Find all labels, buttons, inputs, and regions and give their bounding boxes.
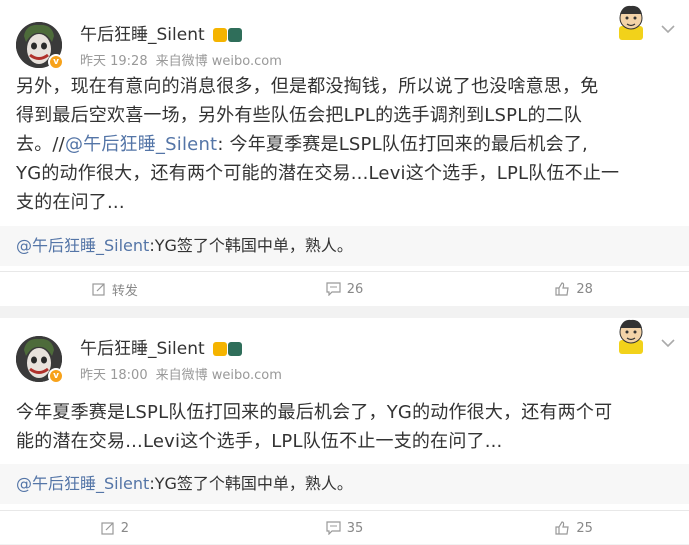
thumbs-up-icon <box>555 282 570 296</box>
comment-count: 26 <box>346 281 364 297</box>
post-text-suffix: : 今年夏季赛是LSPL队伍打回来的最后机会了, <box>217 134 588 155</box>
repost-button[interactable]: 转发 <box>0 280 230 299</box>
chevron-down-icon[interactable] <box>661 24 675 34</box>
comment-icon <box>326 521 341 535</box>
fan-sticker-icon <box>619 319 643 354</box>
repost-icon <box>101 522 114 535</box>
post-text-line: 今年夏季赛是LSPL队伍打回来的最后机会了，YG的动作很大，还有两个可 <box>16 402 613 423</box>
action-bar: 2 35 25 <box>0 510 689 545</box>
repost-count: 2 <box>120 520 129 536</box>
user-name[interactable]: 午后狂睡_Silent <box>80 25 205 45</box>
quote-text: :YG签了个韩国中单，熟人。 <box>149 236 353 255</box>
post-time[interactable]: 昨天 19:28 <box>80 54 148 69</box>
mention-link[interactable]: @午后狂睡_Silent <box>16 474 149 493</box>
quote-text: :YG签了个韩国中单，熟人。 <box>149 474 353 493</box>
mention-link[interactable]: @午后狂睡_Silent <box>16 236 149 255</box>
verified-badge-icon: v <box>48 54 64 70</box>
comment-icon <box>326 282 341 296</box>
post-text-prefix: 去。// <box>16 134 65 155</box>
post-header: v 午后狂睡_Silent 昨天 19:28 来自微博 weibo.com <box>0 0 689 72</box>
verified-badge-icon: v <box>48 368 64 384</box>
post-text-line: 去。//@午后狂睡_Silent: 今年夏季赛是LSPL队伍打回来的最后机会了, <box>16 130 673 159</box>
post-text-line: 得到最后空欢喜一场，另外有些队伍会把LPL的选手调剂到LSPL的二队 <box>16 105 583 126</box>
repost-button[interactable]: 2 <box>0 521 230 536</box>
fan-sticker-icon <box>619 5 643 40</box>
repost-label: 转发 <box>111 283 138 299</box>
thumbs-up-icon <box>555 521 570 535</box>
weibo-post: v 午后狂睡_Silent 昨天 19:28 来自微博 weibo.com 另外，… <box>0 0 689 306</box>
comment-button[interactable]: 35 <box>230 521 460 536</box>
post-text: 今年夏季赛是LSPL队伍打回来的最后机会了，YG的动作很大，还有两个可 能的潜在… <box>0 398 689 456</box>
post-source: 来自微博 weibo.com <box>155 368 282 383</box>
quoted-post[interactable]: @午后狂睡_Silent:YG签了个韩国中单，熟人。 <box>0 464 689 504</box>
user-name-row: 午后狂睡_Silent <box>80 20 243 45</box>
post-meta: 昨天 18:00 来自微博 weibo.com <box>80 364 282 383</box>
user-name[interactable]: 午后狂睡_Silent <box>80 339 205 359</box>
like-count: 25 <box>576 520 593 536</box>
post-time[interactable]: 昨天 18:00 <box>80 368 148 383</box>
action-bar: 转发 26 28 <box>0 271 689 306</box>
quoted-post[interactable]: @午后狂睡_Silent:YG签了个韩国中单，熟人。 <box>0 226 689 266</box>
post-source: 来自微博 weibo.com <box>155 54 282 69</box>
chevron-down-icon[interactable] <box>661 338 675 348</box>
member-crown-icon <box>213 342 228 356</box>
comment-button[interactable]: 26 <box>230 282 460 297</box>
like-count: 28 <box>576 281 593 297</box>
like-button[interactable]: 25 <box>459 521 689 536</box>
repost-icon <box>92 283 105 296</box>
post-meta: 昨天 19:28 来自微博 weibo.com <box>80 50 282 69</box>
post-divider <box>0 306 689 318</box>
post-text-line: 能的潜在交易...Levi这个选手，LPL队伍不止一支的在问了... <box>16 431 503 452</box>
user-name-row: 午后狂睡_Silent <box>80 334 243 359</box>
post-header: v 午后狂睡_Silent 昨天 18:00 来自微博 weibo.com <box>0 318 689 388</box>
post-text-line: 支的在问了... <box>16 192 125 213</box>
weibo-post: v 午后狂睡_Silent 昨天 18:00 来自微博 weibo.com 今年夏… <box>0 318 689 544</box>
mention-link[interactable]: @午后狂睡_Silent <box>65 134 217 155</box>
like-button[interactable]: 28 <box>459 282 689 297</box>
post-text-line: 另外，现在有意向的消息很多，但是都没掏钱，所以说了也没啥意思，免 <box>16 76 599 97</box>
post-text: 另外，现在有意向的消息很多，但是都没掏钱，所以说了也没啥意思，免 得到最后空欢喜… <box>0 72 689 217</box>
post-text-line: YG的动作很大，还有两个可能的潜在交易...Levi这个选手，LPL队伍不止一 <box>16 163 620 184</box>
level-medal-icon <box>228 28 243 42</box>
comment-count: 35 <box>346 520 364 536</box>
member-crown-icon <box>213 28 228 42</box>
level-medal-icon <box>228 342 243 356</box>
